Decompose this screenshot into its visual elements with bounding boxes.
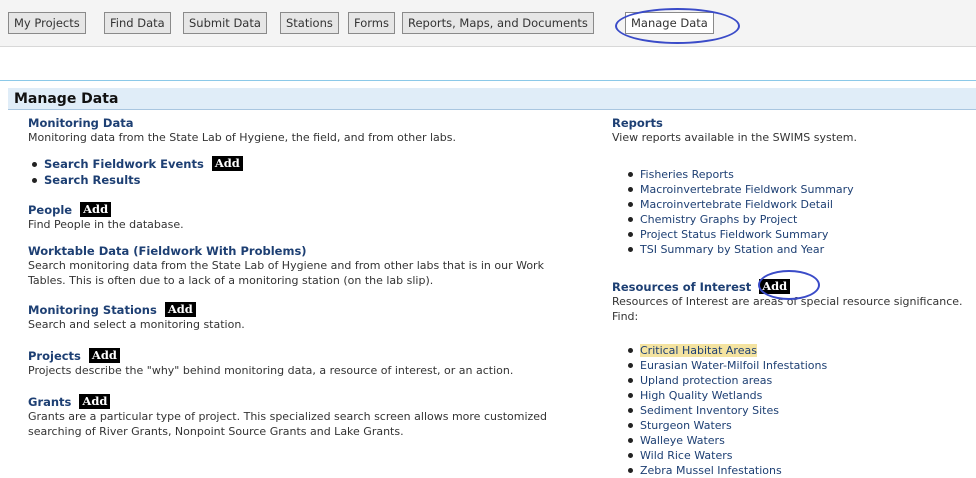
monitoring-data-desc: Monitoring data from the State Lab of Hy… [28,131,456,144]
projects-desc: Projects describe the "why" behind monit… [28,364,514,377]
tab-manage-data[interactable]: Manage Data [625,12,714,34]
people-desc: Find People in the database. [28,218,184,231]
reports-desc: View reports available in the SWIMS syst… [612,131,857,144]
tab-forms[interactable]: Forms [348,12,395,34]
people-title[interactable]: People [28,203,72,217]
resource-link[interactable]: Zebra Mussel Infestations [612,463,972,478]
section-resources-of-interest: Resources of Interest Add Resources of In… [612,279,972,478]
resource-link-label[interactable]: Critical Habitat Areas [640,344,757,357]
report-link[interactable]: Fisheries Reports [612,167,972,182]
tab-submit-data[interactable]: Submit Data [183,12,267,34]
worktable-desc: Search monitoring data from the State La… [28,259,544,287]
report-link[interactable]: TSI Summary by Station and Year [612,242,972,257]
resource-link[interactable]: Upland protection areas [612,373,972,388]
section-projects: Projects Add Projects describe the "why" … [28,348,588,378]
section-monitoring-stations: Monitoring Stations Add Search and select… [28,302,588,332]
monitoring-stations-title[interactable]: Monitoring Stations [28,303,157,317]
add-grant-button[interactable]: Add [79,394,111,409]
report-link[interactable]: Macroinvertebrate Fieldwork Summary [612,182,972,197]
search-fieldwork-events-link[interactable]: Search Fieldwork Events Add [28,156,588,172]
tab-bar: My Projects Find Data Submit Data Statio… [0,0,976,47]
section-worktable: Worktable Data (Fieldwork With Problems)… [28,244,588,288]
resource-link[interactable]: Sturgeon Waters [612,418,972,433]
section-people: People Add Find People in the database. [28,202,588,232]
section-monitoring-data: Monitoring Data Monitoring data from the… [28,116,588,188]
add-project-button[interactable]: Add [88,348,120,363]
grants-desc: Grants are a particular type of project.… [28,410,548,438]
resource-link[interactable]: Sediment Inventory Sites [612,403,972,418]
report-link[interactable]: Chemistry Graphs by Project [612,212,972,227]
add-fieldwork-button[interactable]: Add [211,156,243,171]
resource-link[interactable]: Eurasian Water-Milfoil Infestations [612,358,972,373]
grants-title[interactable]: Grants [28,395,71,409]
left-column: Monitoring Data Monitoring data from the… [28,116,588,439]
add-station-button[interactable]: Add [164,302,196,317]
worktable-title[interactable]: Worktable Data (Fieldwork With Problems) [28,244,307,258]
monitoring-data-title[interactable]: Monitoring Data [28,116,133,130]
monitoring-links: Search Fieldwork Events Add Search Result… [28,156,588,188]
tab-find-data[interactable]: Find Data [104,12,171,34]
resource-link[interactable]: Walleye Waters [612,433,972,448]
reports-title[interactable]: Reports [612,116,663,130]
resources-title[interactable]: Resources of Interest [612,280,751,294]
report-link[interactable]: Project Status Fieldwork Summary [612,227,972,242]
monitoring-stations-desc: Search and select a monitoring station. [28,318,245,331]
resources-list: Critical Habitat Areas Eurasian Water-Mi… [612,343,972,478]
search-fieldwork-events-label[interactable]: Search Fieldwork Events [44,157,204,171]
tab-my-projects[interactable]: My Projects [8,12,86,34]
projects-title[interactable]: Projects [28,349,81,363]
separator-line [0,80,976,81]
resource-link[interactable]: Critical Habitat Areas [612,343,972,358]
resource-link[interactable]: Wild Rice Waters [612,448,972,463]
add-people-button[interactable]: Add [80,202,112,217]
report-link[interactable]: Macroinvertebrate Fieldwork Detail [612,197,972,212]
search-results-link[interactable]: Search Results [28,172,588,188]
tab-reports-maps-documents[interactable]: Reports, Maps, and Documents [402,12,594,34]
resource-link[interactable]: High Quality Wetlands [612,388,972,403]
tab-stations[interactable]: Stations [280,12,339,34]
section-reports: Reports View reports available in the SW… [612,116,972,257]
add-resource-button[interactable]: Add [759,279,791,294]
reports-list: Fisheries Reports Macroinvertebrate Fiel… [612,167,972,257]
section-grants: Grants Add Grants are a particular type o… [28,394,588,439]
right-column: Reports View reports available in the SW… [612,116,972,478]
page-title: Manage Data [8,88,976,110]
resources-desc: Resources of Interest are areas of speci… [612,295,963,323]
